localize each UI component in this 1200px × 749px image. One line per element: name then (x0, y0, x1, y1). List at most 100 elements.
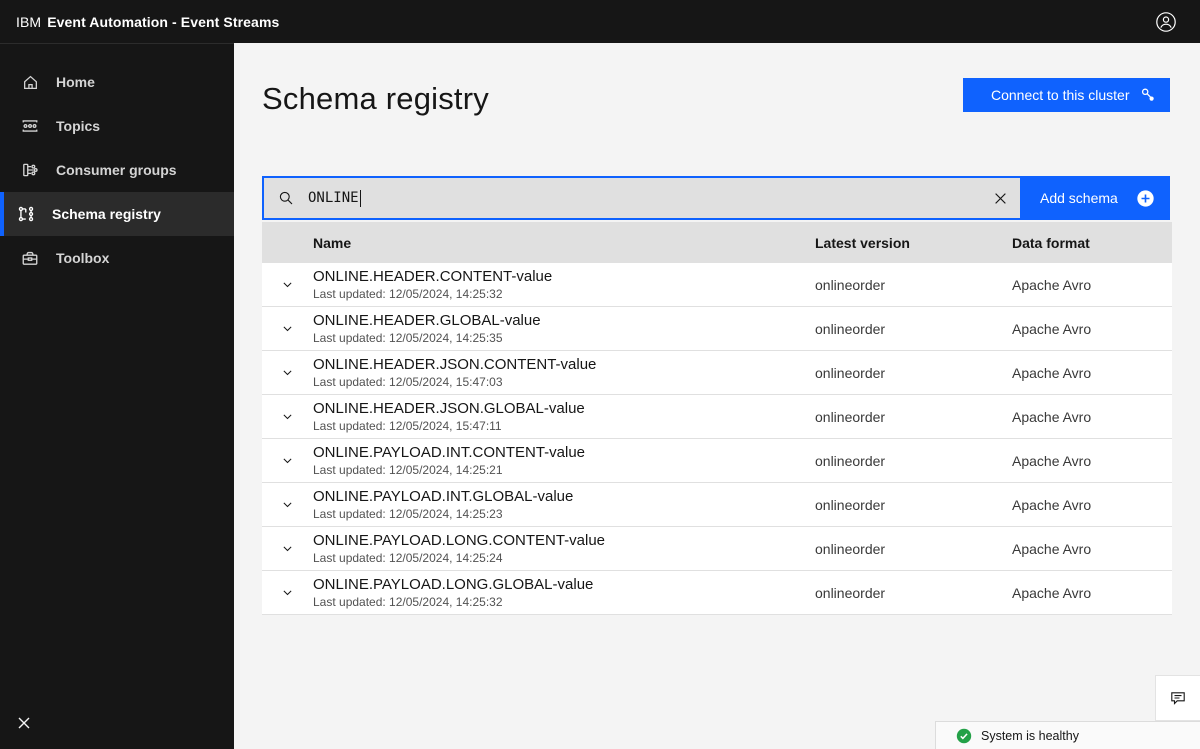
page-title: Schema registry (262, 81, 489, 116)
toolbox-icon (20, 248, 40, 268)
data-format-cell: Apache Avro (1012, 540, 1092, 557)
schema-name: ONLINE.HEADER.GLOBAL-value (313, 312, 541, 329)
table-row[interactable]: ONLINE.PAYLOAD.INT.CONTENT-value Last up… (262, 439, 1172, 483)
schema-name-cell: ONLINE.HEADER.CONTENT-value Last updated… (313, 268, 815, 301)
row-expand-button[interactable] (262, 542, 313, 555)
table-row[interactable]: ONLINE.PAYLOAD.INT.GLOBAL-value Last upd… (262, 483, 1172, 527)
table-row[interactable]: ONLINE.HEADER.CONTENT-value Last updated… (262, 263, 1172, 307)
schema-last-updated: Last updated: 12/05/2024, 14:25:35 (313, 331, 503, 345)
column-header-name: Name (313, 234, 352, 251)
chevron-down-icon (281, 278, 294, 291)
latest-version-cell: onlineorder (815, 452, 886, 469)
schema-name: ONLINE.PAYLOAD.LONG.CONTENT-value (313, 532, 606, 549)
schema-name-cell: ONLINE.HEADER.GLOBAL-value Last updated:… (313, 312, 815, 345)
schema-name-cell: ONLINE.PAYLOAD.INT.CONTENT-value Last up… (313, 444, 815, 477)
search-clear-button[interactable] (980, 178, 1020, 218)
table-row[interactable]: ONLINE.HEADER.JSON.CONTENT-value Last up… (262, 351, 1172, 395)
sidebar-item-label: Toolbox (56, 250, 110, 266)
sidebar-item-schema-registry[interactable]: Schema registry (0, 192, 234, 236)
column-header-data-format: Data format (1012, 234, 1090, 251)
sidebar-item-label: Consumer groups (56, 162, 177, 178)
latest-version-cell: onlineorder (815, 320, 886, 337)
schema-name-cell: ONLINE.HEADER.JSON.GLOBAL-value Last upd… (313, 400, 815, 433)
data-format-cell: Apache Avro (1012, 584, 1092, 601)
latest-version-cell: onlineorder (815, 276, 886, 293)
sidebar-item-home[interactable]: Home (0, 60, 234, 104)
search-row: ONLINE Add schema (262, 176, 1170, 220)
sidebar-item-label: Home (56, 74, 95, 90)
row-expand-button[interactable] (262, 410, 313, 423)
schema-last-updated: Last updated: 12/05/2024, 14:25:24 (313, 551, 503, 565)
latest-version-cell: onlineorder (815, 540, 886, 557)
brand-prefix: IBM (16, 13, 42, 30)
row-expand-button[interactable] (262, 322, 313, 335)
chat-bubble-icon (1170, 690, 1186, 706)
schema-name: ONLINE.PAYLOAD.INT.GLOBAL-value (313, 488, 574, 505)
chevron-down-icon (281, 586, 294, 599)
data-format-cell: Apache Avro (1012, 320, 1092, 337)
row-expand-button[interactable] (262, 278, 313, 291)
row-expand-button[interactable] (262, 586, 313, 599)
schema-name: ONLINE.HEADER.JSON.CONTENT-value (313, 356, 597, 373)
search-input[interactable]: ONLINE (262, 176, 1022, 220)
consumer-groups-icon (20, 160, 40, 180)
search-icon (278, 190, 294, 206)
schema-name: ONLINE.HEADER.CONTENT-value (313, 268, 553, 285)
text-caret (359, 189, 361, 207)
table-row[interactable]: ONLINE.HEADER.GLOBAL-value Last updated:… (262, 307, 1172, 351)
sidebar-item-label: Schema registry (52, 206, 161, 222)
data-format-cell: Apache Avro (1012, 496, 1092, 513)
schema-last-updated: Last updated: 12/05/2024, 14:25:32 (313, 595, 503, 609)
row-expand-button[interactable] (262, 498, 313, 511)
table-row[interactable]: ONLINE.PAYLOAD.LONG.GLOBAL-value Last up… (262, 571, 1172, 615)
chevron-down-icon (281, 542, 294, 555)
add-schema-label: Add schema (1040, 190, 1118, 206)
system-status-label: System is healthy (981, 728, 1079, 743)
top-header: IBM Event Automation - Event Streams (0, 0, 1200, 43)
sidebar-nav: Home Topics Consumer groups Schema regis… (0, 60, 234, 280)
data-format-cell: Apache Avro (1012, 276, 1092, 293)
sidebar-item-topics[interactable]: Topics (0, 104, 234, 148)
table-row[interactable]: ONLINE.PAYLOAD.LONG.CONTENT-value Last u… (262, 527, 1172, 571)
close-icon (994, 192, 1007, 205)
schema-last-updated: Last updated: 12/05/2024, 15:47:11 (313, 419, 502, 433)
schema-name-cell: ONLINE.PAYLOAD.LONG.GLOBAL-value Last up… (313, 576, 815, 609)
user-avatar-icon (1155, 11, 1177, 33)
table-header-row: Name Latest version Data format (262, 222, 1172, 263)
table-body: ONLINE.HEADER.CONTENT-value Last updated… (262, 263, 1172, 615)
feedback-chat-button[interactable] (1155, 675, 1200, 721)
schema-registry-icon (16, 204, 36, 224)
chevron-down-icon (281, 366, 294, 379)
schema-name: ONLINE.PAYLOAD.LONG.GLOBAL-value (313, 576, 594, 593)
checkmark-filled-icon (956, 728, 972, 744)
chevron-down-icon (281, 410, 294, 423)
topics-icon (20, 116, 40, 136)
sidebar-item-toolbox[interactable]: Toolbox (0, 236, 234, 280)
table-row[interactable]: ONLINE.HEADER.JSON.GLOBAL-value Last upd… (262, 395, 1172, 439)
add-schema-button[interactable]: Add schema (1022, 176, 1170, 220)
connect-to-cluster-button[interactable]: Connect to this cluster (963, 78, 1170, 112)
latest-version-cell: onlineorder (815, 364, 886, 381)
latest-version-cell: onlineorder (815, 496, 886, 513)
connect-icon (1140, 87, 1156, 103)
column-header-latest-version: Latest version (815, 234, 910, 251)
system-status-bar[interactable]: System is healthy (935, 721, 1200, 749)
latest-version-cell: onlineorder (815, 584, 886, 601)
sidebar-close-button[interactable] (10, 709, 38, 737)
sidebar: Home Topics Consumer groups Schema regis… (0, 43, 234, 749)
row-expand-button[interactable] (262, 366, 313, 379)
schema-last-updated: Last updated: 12/05/2024, 14:25:21 (313, 463, 503, 477)
schema-name-cell: ONLINE.PAYLOAD.INT.GLOBAL-value Last upd… (313, 488, 815, 521)
user-avatar-button[interactable] (1150, 6, 1182, 38)
schema-name-cell: ONLINE.HEADER.JSON.CONTENT-value Last up… (313, 356, 815, 389)
connect-button-label: Connect to this cluster (991, 87, 1130, 103)
schema-table: Name Latest version Data format ONLINE.H… (262, 222, 1172, 615)
schema-name: ONLINE.PAYLOAD.INT.CONTENT-value (313, 444, 586, 461)
schema-name: ONLINE.HEADER.JSON.GLOBAL-value (313, 400, 585, 417)
close-icon (17, 716, 31, 730)
brand-title: Event Automation - Event Streams (47, 13, 280, 30)
chevron-down-icon (281, 454, 294, 467)
row-expand-button[interactable] (262, 454, 313, 467)
sidebar-item-consumer-groups[interactable]: Consumer groups (0, 148, 234, 192)
home-icon (20, 72, 40, 92)
